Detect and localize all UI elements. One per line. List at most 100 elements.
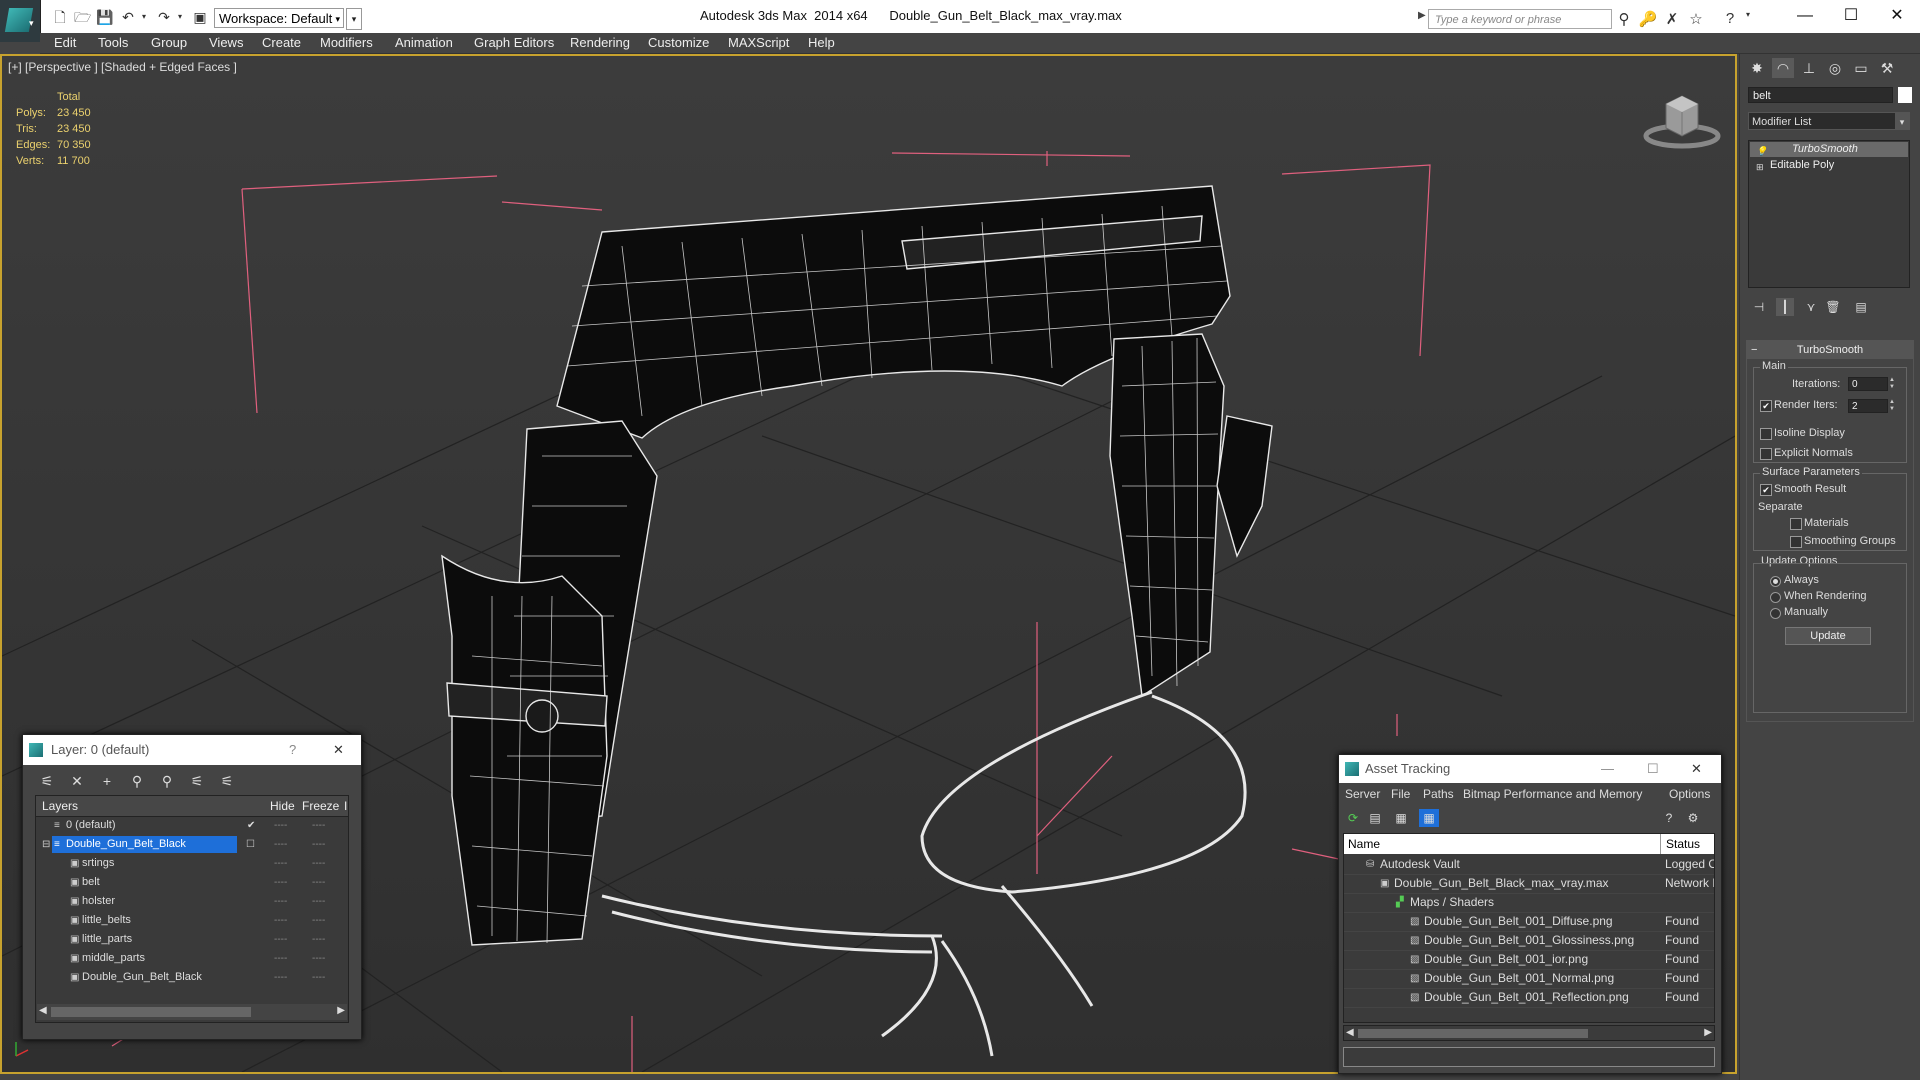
col-status[interactable]: Status (1666, 837, 1700, 851)
col-freeze[interactable]: Freeze (302, 799, 339, 813)
display-tab-icon[interactable]: ▭ (1850, 58, 1872, 78)
hide-toggle[interactable]: ---- (274, 816, 287, 835)
render-iters-checkbox[interactable]: ✔ (1760, 400, 1772, 412)
smoothing-groups-checkbox[interactable] (1790, 536, 1802, 548)
asset-close-button[interactable]: ✕ (1691, 755, 1702, 783)
freeze-toggle[interactable]: ---- (312, 816, 325, 835)
search-input[interactable]: Type a keyword or phrase (1428, 9, 1612, 29)
col-extra[interactable]: I (344, 799, 347, 813)
stack-item-editable-poly[interactable]: ⊞ Editable Poly (1750, 158, 1908, 173)
hide-toggle[interactable]: ---- (274, 911, 287, 930)
redo-icon[interactable]: ↷ (156, 9, 172, 25)
current-layer-check-icon[interactable]: ✔ (247, 816, 255, 835)
hide-toggle[interactable]: ---- (274, 892, 287, 911)
col-layers[interactable]: Layers (42, 799, 78, 813)
object-color-swatch[interactable] (1898, 87, 1912, 103)
undo-dropdown-icon[interactable]: ▾ (136, 9, 152, 25)
motion-tab-icon[interactable]: ◎ (1824, 58, 1846, 78)
layer-row[interactable]: ≡ 0 (default) ✔ ---- ---- (36, 816, 348, 835)
communication-center-icon[interactable]: ✗ (1662, 10, 1682, 28)
workspace-dropdown[interactable]: Workspace: Default ▾ (214, 8, 344, 28)
asset-settings-icon[interactable]: ⚙ (1683, 809, 1703, 827)
hide-toggle[interactable]: ---- (274, 835, 287, 854)
asset-menu-options[interactable]: Options (1669, 787, 1710, 801)
minimize-button[interactable]: — (1782, 4, 1828, 28)
col-hide[interactable]: Hide (270, 799, 295, 813)
asset-row[interactable]: ▧ Double_Gun_Belt_001_Glossiness.png Fou… (1344, 931, 1714, 951)
hide-toggle[interactable]: ---- (274, 854, 287, 873)
menu-customize[interactable]: Customize (648, 35, 709, 50)
layer-horizontal-scrollbar[interactable]: ◀ ▶ (37, 1004, 347, 1020)
materials-checkbox[interactable] (1790, 518, 1802, 530)
add-selection-icon[interactable]: + (97, 771, 117, 791)
menu-graph-editors[interactable]: Graph Editors (474, 35, 554, 50)
asset-row[interactable]: ▧ Double_Gun_Belt_001_Diffuse.png Found (1344, 912, 1714, 932)
isoline-display-checkbox[interactable] (1760, 428, 1772, 440)
rollout-title[interactable]: TurboSmooth (1747, 341, 1913, 359)
menu-edit[interactable]: Edit (54, 35, 76, 50)
stack-item-turbosmooth[interactable]: 💡 TurboSmooth (1750, 142, 1908, 157)
binoculars-icon[interactable]: ⚲ (1614, 10, 1634, 28)
quick-access-menu-button[interactable]: ▾ (346, 8, 362, 30)
spinner-arrows-icon[interactable]: ▲ ▼ (1888, 377, 1896, 391)
expand-plus-icon[interactable]: ⊞ (1756, 160, 1764, 175)
asset-minimize-button[interactable]: — (1601, 755, 1614, 783)
asset-row[interactable]: ▣ Double_Gun_Belt_Black_max_vray.max Net… (1344, 874, 1714, 894)
undo-icon[interactable]: ↶ (120, 9, 136, 25)
freeze-toggle[interactable]: ---- (312, 949, 325, 968)
subscription-center-icon[interactable]: 🔑 (1638, 10, 1658, 28)
thumbnail-view-icon[interactable]: ▦ (1391, 809, 1411, 827)
hide-toggle[interactable]: ---- (274, 930, 287, 949)
redo-dropdown-icon[interactable]: ▾ (172, 9, 188, 25)
iterations-spinner[interactable]: 0 (1848, 377, 1888, 391)
update-when-rendering-radio[interactable] (1770, 592, 1781, 603)
freeze-toggle[interactable]: ---- (312, 854, 325, 873)
hide-all-icon[interactable]: ⚟ (187, 771, 207, 791)
spinner-arrows-icon[interactable]: ▲ ▼ (1888, 399, 1896, 413)
scrollbar-thumb[interactable] (51, 1007, 251, 1017)
favorites-star-icon[interactable]: ☆ (1686, 10, 1706, 28)
asset-row[interactable]: ▧ Double_Gun_Belt_001_Normal.png Found (1344, 969, 1714, 989)
freeze-toggle[interactable]: ---- (312, 911, 325, 930)
collapse-minus-icon[interactable]: ⊟ (42, 835, 50, 854)
menu-tools[interactable]: Tools (98, 35, 128, 50)
show-end-result-icon[interactable]: ┃ (1776, 298, 1794, 316)
lightbulb-icon[interactable]: 💡 (1756, 144, 1767, 159)
asset-menu-server[interactable]: Server (1345, 787, 1380, 801)
layer-object-row[interactable]: ▣ belt ---- ---- (36, 873, 348, 892)
layer-object-row[interactable]: ▣ little_belts ---- ---- (36, 911, 348, 930)
collapse-minus-icon[interactable]: − (1751, 341, 1757, 359)
modifier-list-dropdown[interactable]: Modifier List ▾ (1748, 112, 1910, 130)
explicit-normals-checkbox[interactable] (1760, 448, 1772, 460)
hierarchy-tab-icon[interactable]: ⊥ (1798, 58, 1820, 78)
create-tab-icon[interactable]: ✸ (1746, 58, 1768, 78)
scroll-left-icon[interactable]: ◀ (39, 1005, 47, 1016)
menu-modifiers[interactable]: Modifiers (320, 35, 373, 50)
save-file-icon[interactable]: 💾 (96, 9, 113, 25)
layer-object-row[interactable]: ▣ srtings ---- ---- (36, 854, 348, 873)
hide-toggle[interactable]: ---- (274, 873, 287, 892)
menu-help[interactable]: Help (808, 35, 835, 50)
scroll-left-icon[interactable]: ◀ (1346, 1027, 1354, 1038)
render-iters-spinner[interactable]: 2 (1848, 399, 1888, 413)
help-dropdown-icon[interactable]: ▾ (1738, 10, 1758, 19)
asset-menu-paths[interactable]: Paths (1423, 787, 1454, 801)
viewcube-icon[interactable] (1642, 92, 1722, 152)
freeze-toggle[interactable]: ---- (312, 968, 325, 987)
new-file-icon[interactable]: 🗋 (52, 9, 68, 25)
freeze-all-icon[interactable]: ⚟ (217, 771, 237, 791)
layer-row[interactable]: ⊟ ≡ Double_Gun_Belt_Black ☐ ---- ---- (36, 835, 348, 854)
layer-dialog-titlebar[interactable]: Layer: 0 (default) ? ✕ (23, 735, 361, 765)
scroll-right-icon[interactable]: ▶ (1704, 1027, 1712, 1038)
application-button[interactable]: ▾ (0, 0, 41, 42)
freeze-toggle[interactable]: ---- (312, 873, 325, 892)
update-always-radio[interactable] (1770, 576, 1781, 587)
viewport-label-menu[interactable]: [+] [Perspective ] [Shaded + Edged Faces… (8, 60, 237, 74)
layer-close-button[interactable]: ✕ (333, 735, 344, 765)
help-icon[interactable]: ? (1720, 10, 1740, 27)
menu-group[interactable]: Group (151, 35, 187, 50)
asset-dialog-titlebar[interactable]: Asset Tracking — ☐ ✕ (1339, 755, 1721, 783)
refresh-icon[interactable]: ⟳ (1343, 809, 1363, 827)
close-button[interactable]: ✕ (1874, 4, 1920, 28)
menu-animation[interactable]: Animation (395, 35, 453, 50)
